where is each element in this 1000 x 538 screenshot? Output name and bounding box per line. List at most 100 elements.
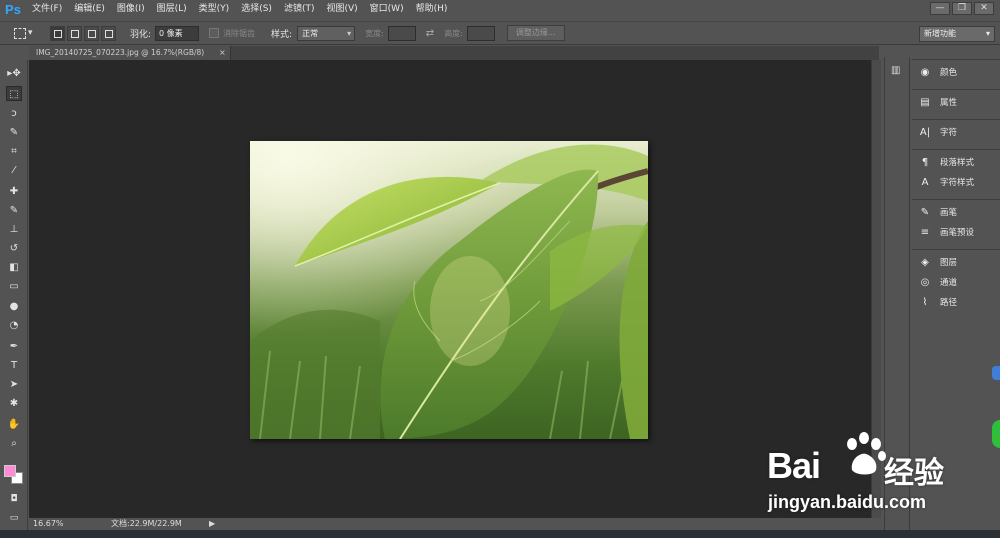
character-style-icon: A bbox=[921, 176, 929, 188]
screen-mode-icon[interactable]: ▭ bbox=[6, 511, 22, 526]
panel-item-label: 路径 bbox=[940, 298, 958, 308]
lasso-tool-icon[interactable]: ↄ bbox=[6, 106, 22, 121]
restore-button[interactable]: ❐ bbox=[952, 2, 972, 15]
menu-select[interactable]: 选择(S) bbox=[235, 0, 278, 19]
watermark-cn: 经验 bbox=[884, 456, 944, 491]
menu-file[interactable]: 文件(F) bbox=[26, 0, 68, 19]
document-size: 文档:22.9M/22.9M bbox=[111, 519, 182, 528]
path-select-tool-icon[interactable]: ➤ bbox=[6, 377, 22, 392]
height-input[interactable] bbox=[466, 25, 495, 41]
eyedropper-tool-icon[interactable]: ⁄ bbox=[6, 163, 22, 178]
foreground-color-swatch[interactable] bbox=[4, 465, 16, 477]
eraser-tool-icon[interactable]: ◧ bbox=[6, 260, 22, 275]
taskbar bbox=[0, 530, 1000, 538]
panel-item-paragraph-styles[interactable]: ¶ 段落样式 bbox=[918, 154, 974, 170]
panel-group-layers: ◈ 图层 ◎ 通道 ⌇ 路径 bbox=[912, 249, 1000, 315]
baidu-paw-icon bbox=[847, 432, 886, 475]
style-select[interactable]: 正常 bbox=[297, 25, 356, 41]
status-bar: 16.67% 文档:22.9M/22.9M ▶ bbox=[29, 518, 881, 530]
window-controls: — ❐ ✕ bbox=[930, 2, 994, 15]
document-tab-title: IMG_20140725_070223.jpg @ 16.7%(RGB/8) bbox=[36, 48, 205, 57]
panel-item-brush[interactable]: ✎ 画笔 bbox=[918, 204, 957, 220]
panel-item-label: 画笔 bbox=[940, 208, 958, 218]
menu-window[interactable]: 窗口(W) bbox=[364, 0, 410, 19]
menu-help[interactable]: 帮助(H) bbox=[410, 0, 454, 19]
quick-select-tool-icon[interactable]: ✎ bbox=[6, 125, 22, 140]
watermark-brand: Bai bbox=[767, 445, 821, 486]
width-input[interactable] bbox=[387, 25, 416, 41]
history-panel-icon[interactable]: ▥ bbox=[891, 65, 900, 76]
intersect-selection-button[interactable] bbox=[101, 25, 116, 41]
panel-item-label: 颜色 bbox=[940, 68, 958, 78]
panel-item-properties[interactable]: ▤ 属性 bbox=[918, 94, 957, 110]
close-tab-icon[interactable]: × bbox=[219, 46, 226, 60]
panel-item-brush-presets[interactable]: ≡ 画笔预设 bbox=[918, 224, 974, 240]
edge-widget-blue[interactable] bbox=[992, 366, 1000, 380]
gradient-tool-icon[interactable]: ▭ bbox=[6, 279, 22, 294]
panel-item-color[interactable]: ◉ 颜色 bbox=[918, 64, 957, 80]
menu-filter[interactable]: 滤镜(T) bbox=[278, 0, 321, 19]
quick-mask-icon[interactable]: ◘ bbox=[6, 492, 22, 507]
shape-tool-icon[interactable]: ✱ bbox=[6, 396, 22, 411]
menu-edit[interactable]: 编辑(E) bbox=[68, 0, 111, 19]
feather-input[interactable]: 0 像素 bbox=[155, 25, 200, 41]
properties-icon: ▤ bbox=[920, 96, 930, 108]
width-label: 宽度: bbox=[365, 28, 384, 38]
menu-image[interactable]: 图像(I) bbox=[111, 0, 151, 19]
brush-tool-icon[interactable]: ✎ bbox=[6, 203, 22, 218]
photoshop-logo-icon: Ps bbox=[5, 2, 21, 17]
menu-view[interactable]: 视图(V) bbox=[320, 0, 363, 19]
document-tab[interactable]: IMG_20140725_070223.jpg @ 16.7%(RGB/8) × bbox=[29, 46, 231, 60]
panel-item-label: 段落样式 bbox=[940, 158, 975, 168]
dodge-tool-icon[interactable]: ◔ bbox=[6, 318, 22, 333]
edge-widget-green[interactable] bbox=[992, 420, 1000, 448]
panel-item-layers[interactable]: ◈ 图层 bbox=[918, 254, 957, 270]
stamp-tool-icon[interactable]: ⊥ bbox=[6, 222, 22, 237]
zoom-level[interactable]: 16.67% bbox=[33, 518, 64, 530]
menu-type[interactable]: 类型(Y) bbox=[193, 0, 236, 19]
subtract-selection-button[interactable] bbox=[84, 25, 99, 41]
refine-edge-button[interactable]: 调整边缘... bbox=[506, 25, 565, 41]
baidu-jingyan-watermark: Bai 经验 jingyan.baidu.com bbox=[762, 430, 998, 520]
swap-dimensions-icon[interactable]: ⇄ bbox=[426, 28, 434, 39]
panel-item-character[interactable]: A| 字符 bbox=[918, 124, 957, 140]
paths-icon: ⌇ bbox=[922, 296, 928, 308]
pen-tool-icon[interactable]: ✒ bbox=[6, 339, 22, 354]
zoom-tool-icon[interactable]: ⌕ bbox=[6, 436, 22, 451]
workspace-switcher[interactable]: 新增功能 bbox=[919, 26, 995, 42]
healing-brush-tool-icon[interactable]: ✚ bbox=[6, 184, 22, 199]
layers-icon: ◈ bbox=[921, 256, 929, 268]
antialias-checkbox[interactable] bbox=[209, 28, 220, 38]
marquee-tool-icon[interactable]: ⬚ bbox=[6, 86, 22, 101]
watermark-url: jingyan.baidu.com bbox=[768, 492, 927, 512]
type-tool-icon[interactable]: T bbox=[6, 358, 22, 373]
document-image[interactable] bbox=[250, 141, 648, 439]
panel-group-styles: ¶ 段落样式 A 字符样式 bbox=[912, 149, 1000, 195]
new-selection-button[interactable] bbox=[50, 25, 65, 41]
menu-layer[interactable]: 图层(L) bbox=[151, 0, 193, 19]
character-icon: A| bbox=[919, 126, 931, 138]
panel-item-paths[interactable]: ⌇ 路径 bbox=[918, 294, 957, 310]
minimize-button[interactable]: — bbox=[930, 2, 950, 15]
brush-presets-icon: ≡ bbox=[920, 226, 930, 238]
close-button[interactable]: ✕ bbox=[974, 2, 994, 15]
hand-tool-icon[interactable]: ✋ bbox=[6, 417, 22, 432]
blur-tool-icon[interactable]: ● bbox=[6, 299, 22, 314]
history-brush-tool-icon[interactable]: ↺ bbox=[6, 241, 22, 256]
marquee-preset-icon bbox=[14, 27, 26, 39]
style-label: 样式: bbox=[271, 29, 293, 40]
add-selection-button[interactable] bbox=[67, 25, 82, 41]
menu-bar: Ps 文件(F) 编辑(E) 图像(I) 图层(L) 类型(Y) 选择(S) 滤… bbox=[0, 0, 1000, 19]
panel-item-character-styles[interactable]: A 字符样式 bbox=[918, 174, 974, 190]
panel-item-label: 字符样式 bbox=[940, 178, 975, 188]
channels-icon: ◎ bbox=[920, 276, 930, 288]
crop-tool-icon[interactable]: ⌗ bbox=[6, 144, 22, 159]
move-tool-icon[interactable]: ▸✥ bbox=[6, 66, 22, 81]
tool-preset-picker[interactable]: ▾ bbox=[14, 25, 40, 41]
panel-item-channels[interactable]: ◎ 通道 bbox=[918, 274, 957, 290]
panel-item-label: 字符 bbox=[940, 128, 958, 138]
brush-icon: ✎ bbox=[920, 206, 930, 218]
toolbox: ▸✥ ⬚ ↄ ✎ ⌗ ⁄ ✚ ✎ ⊥ ↺ ◧ ▭ ● ◔ ✒ T ➤ ✱ ✋ ⌕… bbox=[0, 60, 28, 530]
status-menu-arrow-icon[interactable]: ▶ bbox=[209, 518, 215, 530]
canvas-area[interactable] bbox=[29, 60, 871, 518]
